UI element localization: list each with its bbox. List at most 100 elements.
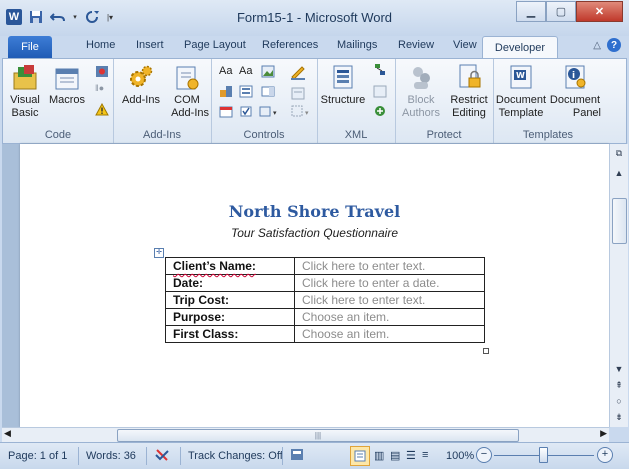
svg-text:▾: ▾ bbox=[305, 109, 309, 117]
web-layout-view-icon[interactable]: ▤ bbox=[390, 449, 400, 462]
client-name-control[interactable]: Click here to enter text. bbox=[294, 257, 485, 275]
expansion-packs-icon[interactable] bbox=[373, 105, 387, 118]
scroll-down-icon[interactable]: ▼ bbox=[610, 364, 628, 374]
visual-basic-icon bbox=[10, 63, 40, 91]
horizontal-scrollbar[interactable]: ◀ ||| ▶ bbox=[2, 427, 609, 442]
block-authors-label-2: Authors bbox=[402, 107, 440, 119]
vertical-scrollbar[interactable]: ⧉ ▲ ▼ ⇞ ○ ⇟ bbox=[609, 144, 628, 427]
outline-view-icon[interactable]: ☰ bbox=[406, 449, 416, 462]
table-row: First Class: Choose an item. bbox=[165, 325, 485, 343]
first-class-dropdown-control[interactable]: Choose an item. bbox=[294, 325, 485, 343]
design-mode-icon[interactable] bbox=[289, 63, 307, 81]
table-move-handle-icon[interactable]: ✛ bbox=[154, 248, 164, 258]
document-template-button[interactable]: W Document Template bbox=[495, 63, 547, 120]
zoom-slider-thumb[interactable] bbox=[539, 447, 548, 463]
minimize-button[interactable]: ▁ bbox=[516, 1, 546, 22]
group-controls-icon[interactable]: ▾ bbox=[291, 105, 313, 118]
block-authors-icon bbox=[406, 63, 436, 91]
zoom-in-button[interactable]: + bbox=[597, 447, 613, 463]
schema-icon[interactable] bbox=[373, 63, 387, 76]
document-panel-label-1: Document bbox=[549, 94, 601, 106]
macro-security-icon[interactable] bbox=[95, 102, 109, 116]
page-count[interactable]: Page: 1 of 1 bbox=[8, 450, 67, 462]
date-picker-control[interactable]: Click here to enter a date. bbox=[294, 274, 485, 292]
macro-record-icon[interactable] bbox=[290, 448, 304, 464]
help-icon[interactable]: ? bbox=[607, 38, 621, 52]
close-button[interactable]: ✕ bbox=[576, 1, 623, 22]
restrict-editing-label-1: Restrict bbox=[450, 94, 488, 106]
table-resize-handle[interactable] bbox=[483, 348, 489, 354]
legacy-tools-icon[interactable]: ▾ bbox=[259, 105, 281, 118]
picture-control-icon[interactable] bbox=[261, 65, 275, 78]
word-count[interactable]: Words: 36 bbox=[86, 450, 136, 462]
table-row: Date: Click here to enter a date. bbox=[165, 274, 485, 292]
block-authors-label-1: Block bbox=[407, 94, 435, 106]
tab-home[interactable]: Home bbox=[86, 39, 115, 51]
building-block-control-icon[interactable] bbox=[219, 85, 233, 98]
track-changes-status[interactable]: Track Changes: Off bbox=[188, 450, 283, 462]
zoom-out-button[interactable]: − bbox=[476, 447, 492, 463]
tab-developer[interactable]: Developer bbox=[482, 36, 558, 59]
group-code: Visual Basic Macros ‖● Code bbox=[3, 59, 114, 143]
full-screen-reading-view-icon[interactable]: ▥ bbox=[374, 449, 384, 462]
record-macro-icon[interactable] bbox=[95, 65, 109, 78]
combo-box-control-icon[interactable] bbox=[239, 85, 253, 98]
dropdown-list-control-icon[interactable] bbox=[261, 85, 275, 98]
pause-recording-icon[interactable]: ‖● bbox=[95, 83, 109, 96]
document-panel-button[interactable]: i Document Panel bbox=[549, 63, 601, 120]
field-label: First Class: bbox=[165, 325, 295, 343]
checkbox-control-icon[interactable] bbox=[239, 105, 253, 118]
tab-mailings[interactable]: Mailings bbox=[337, 39, 377, 51]
tab-page-layout[interactable]: Page Layout bbox=[184, 39, 246, 51]
next-page-icon[interactable]: ⇟ bbox=[610, 412, 628, 423]
scroll-right-icon[interactable]: ▶ bbox=[600, 428, 607, 439]
ruler-toggle-icon[interactable]: ⧉ bbox=[610, 148, 628, 159]
group-controls: Aa Aa ▾ ▾ Controls bbox=[211, 59, 318, 143]
tab-insert[interactable]: Insert bbox=[136, 39, 164, 51]
block-authors-button[interactable]: Block Authors bbox=[397, 63, 445, 120]
visual-basic-button[interactable]: Visual Basic bbox=[7, 63, 43, 120]
properties-icon[interactable] bbox=[291, 87, 305, 100]
maximize-button[interactable]: ▢ bbox=[546, 1, 576, 22]
tab-file[interactable]: File bbox=[8, 36, 52, 58]
scroll-up-icon[interactable]: ▲ bbox=[610, 168, 628, 178]
tab-references[interactable]: References bbox=[262, 39, 318, 51]
addins-label: Add-Ins bbox=[122, 94, 160, 106]
status-divider bbox=[180, 447, 181, 465]
draft-view-icon[interactable]: ≡ bbox=[422, 449, 428, 461]
plain-text-control-icon[interactable]: Aa bbox=[239, 65, 259, 78]
group-code-label: Code bbox=[44, 129, 72, 141]
com-addins-label-1: COM bbox=[174, 94, 200, 106]
restrict-editing-button[interactable]: Restrict Editing bbox=[447, 63, 491, 120]
transformation-icon[interactable] bbox=[373, 85, 387, 98]
structure-label: Structure bbox=[320, 94, 366, 106]
horizontal-scroll-thumb[interactable]: ||| bbox=[117, 429, 519, 442]
trip-cost-control[interactable]: Click here to enter text. bbox=[294, 291, 485, 309]
proofing-icon[interactable] bbox=[154, 447, 170, 466]
purpose-dropdown-control[interactable]: Choose an item. bbox=[294, 308, 485, 326]
minimize-ribbon-icon[interactable]: △ bbox=[593, 40, 601, 51]
browse-object-icon[interactable]: ○ bbox=[610, 396, 628, 406]
tab-view[interactable]: View bbox=[453, 39, 477, 51]
table-row: Trip Cost: Click here to enter text. bbox=[165, 291, 485, 309]
vertical-scroll-thumb[interactable] bbox=[612, 198, 627, 244]
document-panel-label-2: Panel bbox=[572, 107, 601, 119]
status-divider bbox=[78, 447, 79, 465]
questionnaire-table: Client’s Name: Click here to enter text.… bbox=[165, 257, 485, 343]
previous-page-icon[interactable]: ⇞ bbox=[610, 380, 628, 391]
scroll-left-icon[interactable]: ◀ bbox=[4, 428, 11, 439]
addins-button[interactable]: Add-Ins bbox=[121, 63, 161, 107]
macros-button[interactable]: Macros bbox=[47, 63, 87, 107]
zoom-level[interactable]: 100% bbox=[446, 450, 474, 462]
field-label: Purpose: bbox=[165, 308, 295, 326]
field-label: Date: bbox=[165, 274, 295, 292]
structure-button[interactable]: Structure bbox=[319, 63, 367, 107]
tab-review[interactable]: Review bbox=[398, 39, 434, 51]
print-layout-view-icon[interactable] bbox=[350, 446, 370, 466]
com-addins-icon bbox=[172, 63, 202, 91]
rich-text-control-icon[interactable]: Aa bbox=[219, 65, 239, 78]
table-row: Client’s Name: Click here to enter text. bbox=[165, 257, 485, 275]
com-addins-button[interactable]: COM Add-Ins bbox=[165, 63, 209, 120]
document-heading: North Shore Travel bbox=[228, 202, 401, 221]
date-picker-control-icon[interactable] bbox=[219, 105, 233, 118]
